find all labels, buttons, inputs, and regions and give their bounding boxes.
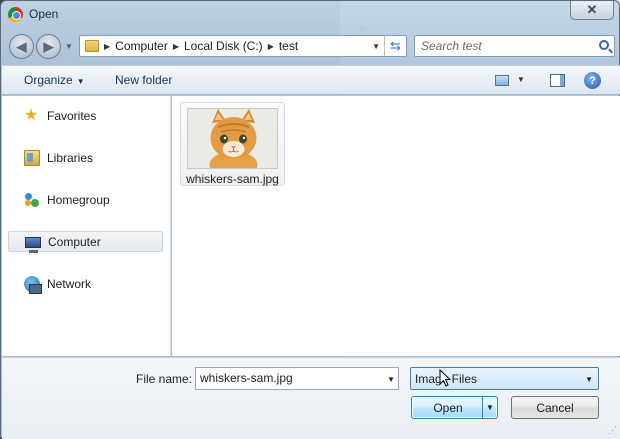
- open-dialog: Open ✕ ◀ ▶ ▼ ▶ Computer ▶ Local Disk (C:…: [0, 0, 620, 439]
- kitten-thumbnail-image: [187, 108, 278, 169]
- command-bar: Organize ▼ New folder ▼ ?: [2, 65, 620, 95]
- new-folder-button[interactable]: New folder: [115, 73, 172, 87]
- breadcrumb-test[interactable]: test: [279, 39, 298, 53]
- navigation-pane: ★ Favorites Libraries Homegroup Computer…: [2, 96, 171, 356]
- sidebar-item-label: Libraries: [47, 150, 94, 165]
- file-name-dropdown-icon[interactable]: ▼: [387, 375, 395, 384]
- file-name-combobox[interactable]: ▼: [195, 367, 399, 390]
- view-options-dropdown-icon[interactable]: ▼: [517, 75, 525, 84]
- dialog-title: Open: [29, 7, 59, 21]
- breadcrumb-computer[interactable]: Computer: [115, 39, 168, 53]
- open-button-label: Open: [433, 401, 463, 415]
- sidebar-item-label: Network: [47, 276, 92, 291]
- breadcrumb-separator-icon[interactable]: ▶: [104, 42, 110, 51]
- breadcrumb-separator-icon[interactable]: ▶: [268, 42, 274, 51]
- search-icon[interactable]: [599, 40, 609, 50]
- search-box[interactable]: [414, 35, 615, 57]
- dialog-footer: File name: ▼ Image Files ▼ Open ▼ Cancel…: [2, 357, 620, 439]
- breadcrumb-local-disk[interactable]: Local Disk (C:): [184, 39, 263, 53]
- title-bar: Open ✕: [1, 1, 619, 29]
- homegroup-icon: [24, 192, 40, 208]
- network-icon: [24, 275, 42, 294]
- chrome-app-icon: [8, 7, 23, 22]
- sidebar-item-label: Favorites: [47, 108, 97, 123]
- navigation-bar: ◀ ▶ ▼ ▶ Computer ▶ Local Disk (C:) ▶ tes…: [7, 33, 615, 61]
- organize-button[interactable]: Organize ▼: [24, 73, 85, 87]
- chevron-down-icon: ▼: [76, 77, 85, 86]
- file-name-field[interactable]: [200, 371, 375, 385]
- star-icon: ★: [24, 106, 39, 124]
- open-button[interactable]: Open ▼: [411, 396, 498, 419]
- sidebar-item-favorites[interactable]: ★ Favorites: [8, 105, 163, 126]
- file-name-field-label: File name:: [136, 372, 193, 386]
- sidebar-item-homegroup[interactable]: Homegroup: [8, 189, 163, 210]
- open-options-dropdown-icon[interactable]: ▼: [482, 397, 497, 418]
- forward-arrow-icon: ▶: [43, 38, 54, 54]
- refresh-icon: ⇆: [390, 38, 401, 53]
- sidebar-item-label: Computer: [48, 234, 101, 249]
- file-item[interactable]: whiskers-sam.jpg: [180, 102, 285, 186]
- forward-button[interactable]: ▶: [36, 34, 61, 59]
- mouse-pointer-icon: [439, 369, 451, 387]
- organize-label: Organize: [24, 73, 73, 87]
- resize-grip-icon[interactable]: ⋰: [608, 425, 617, 436]
- cancel-button[interactable]: Cancel: [511, 396, 599, 419]
- file-type-dropdown-icon: ▼: [585, 375, 593, 384]
- libraries-icon: [24, 149, 40, 166]
- change-view-icon[interactable]: [495, 75, 509, 86]
- help-icon[interactable]: ?: [584, 72, 601, 89]
- file-name-label: whiskers-sam.jpg: [186, 172, 279, 186]
- sidebar-item-network[interactable]: Network: [8, 273, 163, 294]
- address-bar[interactable]: ▶ Computer ▶ Local Disk (C:) ▶ test ▼ ⇆: [79, 35, 407, 57]
- search-input[interactable]: [421, 39, 591, 53]
- preview-pane-icon[interactable]: [550, 74, 565, 87]
- back-arrow-icon: ◀: [16, 38, 27, 54]
- sidebar-item-libraries[interactable]: Libraries: [8, 147, 163, 168]
- recent-locations-dropdown[interactable]: ▼: [65, 42, 73, 51]
- close-button[interactable]: ✕: [570, 1, 614, 20]
- breadcrumb-separator-icon[interactable]: ▶: [173, 42, 179, 51]
- kitten-thumbnail-drawing: [188, 109, 277, 168]
- folder-icon: [85, 40, 99, 52]
- back-button[interactable]: ◀: [9, 34, 34, 59]
- close-icon: ✕: [586, 2, 598, 17]
- sidebar-item-computer[interactable]: Computer: [8, 231, 163, 253]
- refresh-button[interactable]: ⇆: [384, 36, 406, 56]
- file-list-area[interactable]: whiskers-sam.jpg: [172, 96, 620, 356]
- sidebar-item-label: Homegroup: [47, 192, 110, 207]
- computer-icon: [25, 237, 41, 253]
- address-dropdown-icon[interactable]: ▼: [372, 42, 380, 51]
